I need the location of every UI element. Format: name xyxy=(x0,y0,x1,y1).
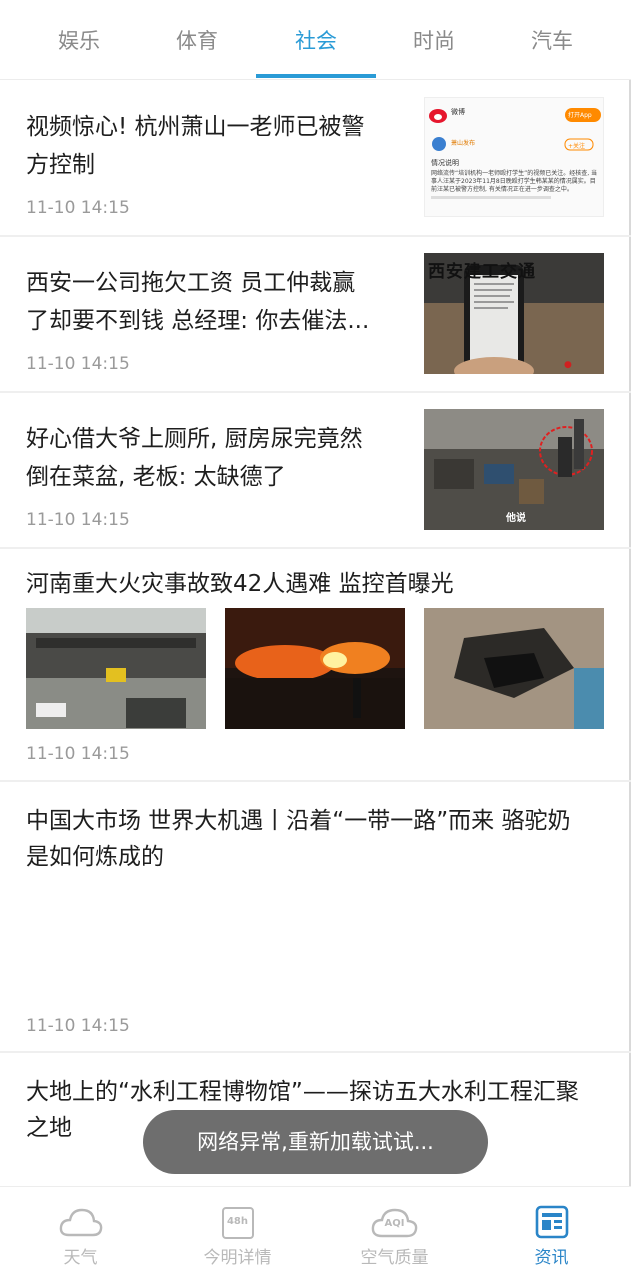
news-title-line2: 倒在菜盆, 老板: 太缺德了 xyxy=(26,464,286,490)
news-title: 河南重大火灾事故致42人遇难 监控首曝光 xyxy=(26,571,454,597)
thumb-follow-label: +关注 xyxy=(568,143,586,150)
network-error-toast[interactable]: 网络异常,重新加载试试... xyxy=(143,1110,488,1174)
news-title-line2: 方控制 xyxy=(26,152,95,178)
thumb-body: 网络流传“培训机构一老师殴打学生”的视频已关注。经核查, 当事人汪某于2023年… xyxy=(431,170,599,194)
nav-air-quality[interactable]: AQI 空气质量 xyxy=(316,1187,473,1280)
news-title-line2: 是如何炼成的 xyxy=(26,844,164,870)
news-thumbnail-phone[interactable]: ● 西安建工交通 xyxy=(424,253,604,374)
fire-photo-graphic xyxy=(225,608,405,729)
tab-entertainment[interactable]: 娱乐 xyxy=(19,22,139,62)
48h-icon-text: 48h xyxy=(226,1216,249,1227)
tab-society[interactable]: 社会 xyxy=(256,22,376,62)
nav-weather[interactable]: 天气 xyxy=(2,1187,159,1280)
news-thumbnail-fire[interactable] xyxy=(225,608,405,729)
news-time: 11-10 14:15 xyxy=(26,510,130,530)
nav-forecast-label: 今明详情 xyxy=(203,1248,272,1268)
news-title-line1: 大地上的“水利工程博物馆”——探访五大水利工程汇聚 xyxy=(26,1079,579,1105)
tab-fashion[interactable]: 时尚 xyxy=(374,22,494,62)
news-title-line1: 好心借大爷上厕所, 厨房尿完竟然 xyxy=(26,426,363,452)
svg-text:●: ● xyxy=(564,360,572,370)
thumb-caption: 他说 xyxy=(506,513,526,524)
news-thumbnail-weibo[interactable]: 微博 打开App 萧山发布 +关注 情况说明 网络流传“培训机构一老师殴打学生”… xyxy=(424,97,604,217)
news-item[interactable]: 河南重大火灾事故致42人遇难 监控首曝光 11-10 14:15 xyxy=(0,549,631,782)
news-item[interactable]: 好心借大爷上厕所, 厨房尿完竟然 倒在菜盆, 老板: 太缺德了 11-10 14… xyxy=(0,393,631,549)
news-title-line2: 之地 xyxy=(26,1115,72,1141)
thumb-account-label: 萧山发布 xyxy=(451,140,476,147)
bottom-nav: 天气 48h 今明详情 AQI 空气质量 资讯 xyxy=(0,1186,631,1280)
active-tab-indicator xyxy=(256,74,376,78)
tab-auto[interactable]: 汽车 xyxy=(492,22,612,62)
news-item[interactable]: 中国大市场 世界大机遇丨沿着“一带一路”而来 骆驼奶 是如何炼成的 11-10 … xyxy=(0,782,631,1053)
news-time: 11-10 14:15 xyxy=(26,744,130,764)
news-item[interactable]: 视频惊心! 杭州萧山一老师已被警 方控制 11-10 14:15 微博 打开Ap… xyxy=(0,80,631,237)
thumb-sign-text: 西安建工交通 xyxy=(428,262,536,282)
news-thumbnail-ruins[interactable] xyxy=(26,608,206,729)
news-thumbnail-cctv[interactable]: 他说 xyxy=(424,409,604,530)
news-icon xyxy=(535,1205,568,1239)
nav-news-label: 资讯 xyxy=(534,1248,569,1268)
burnt-interior-photo-graphic xyxy=(424,608,604,729)
news-thumbnail-burnt[interactable] xyxy=(424,608,604,729)
nav-weather-label: 天气 xyxy=(63,1248,98,1268)
thumb-weibo-label: 微博 xyxy=(451,108,465,116)
category-tabs: 娱乐 体育 社会 时尚 汽车 xyxy=(0,0,631,80)
news-title-line2: 了却要不到钱 总经理: 你去催法... xyxy=(26,308,370,334)
nav-forecast[interactable]: 48h 今明详情 xyxy=(159,1187,316,1280)
thumb-open-app-label: 打开App xyxy=(568,112,592,119)
48h-icon: 48h xyxy=(221,1207,254,1239)
news-feed[interactable]: 视频惊心! 杭州萧山一老师已被警 方控制 11-10 14:15 微博 打开Ap… xyxy=(0,80,631,1186)
news-time: 11-10 14:15 xyxy=(26,198,130,218)
fire-ruins-photo-graphic xyxy=(26,608,206,729)
news-time: 11-10 14:15 xyxy=(26,354,130,374)
news-item[interactable]: 西安一公司拖欠工资 员工仲裁赢 了却要不到钱 总经理: 你去催法... 11-1… xyxy=(0,237,631,393)
nav-news[interactable]: 资讯 xyxy=(473,1187,630,1280)
cloud-icon xyxy=(59,1208,102,1237)
nav-air-quality-label: 空气质量 xyxy=(360,1248,429,1268)
tab-sports[interactable]: 体育 xyxy=(137,22,257,62)
news-title-line1: 中国大市场 世界大机遇丨沿着“一带一路”而来 骆驼奶 xyxy=(26,808,571,834)
news-title-line1: 西安一公司拖欠工资 员工仲裁赢 xyxy=(26,270,356,296)
news-title-line1: 视频惊心! 杭州萧山一老师已被警 xyxy=(26,114,365,140)
aqi-icon-text: AQI xyxy=(384,1218,405,1229)
thumb-heading: 情况说明 xyxy=(431,159,459,167)
news-time: 11-10 14:15 xyxy=(26,1016,130,1036)
